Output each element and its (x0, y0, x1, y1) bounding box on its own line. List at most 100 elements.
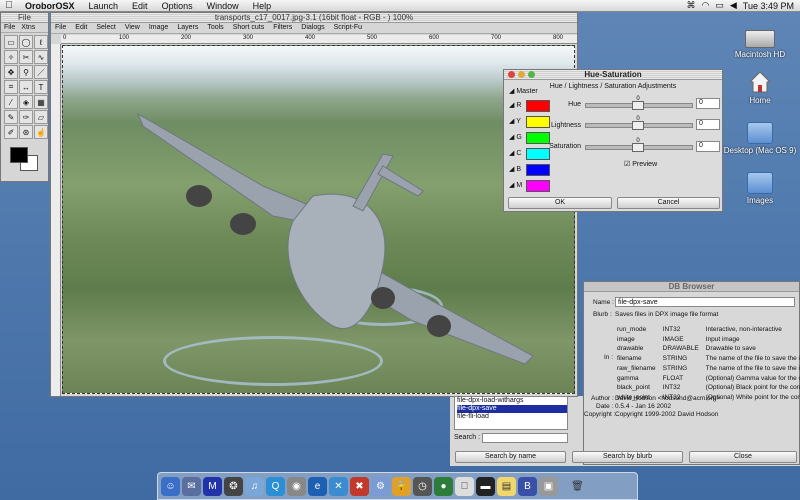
procedure-list[interactable]: file-dpx-load-withargs file-dpx-save fil… (454, 396, 568, 430)
channel-radio-c[interactable]: ◢ C (509, 149, 521, 157)
menu-window[interactable]: Window (200, 1, 246, 11)
search-by-blurb-button[interactable]: Search by blurb (572, 451, 683, 463)
clone-icon[interactable]: ⊛ (19, 125, 33, 139)
globe-icon[interactable]: ● (434, 476, 453, 496)
search-by-name-button[interactable]: Search by name (455, 451, 566, 463)
slider-thumb[interactable] (632, 121, 644, 130)
image-menu-file[interactable]: File (55, 24, 66, 32)
ok-button[interactable]: OK (508, 197, 612, 209)
gimp-icon[interactable]: ❂ (224, 476, 243, 496)
foreground-color[interactable] (10, 147, 28, 163)
wifi-icon[interactable]: ◠ (702, 0, 710, 11)
lightness-slider[interactable] (585, 121, 693, 130)
paintbrush-icon[interactable]: ✑ (19, 110, 33, 124)
bbedit-icon[interactable]: B (518, 476, 537, 496)
hue-input[interactable]: 0 (696, 98, 720, 109)
clock-icon[interactable]: ◷ (413, 476, 432, 496)
clock[interactable]: Tue 3:49 PM (743, 1, 794, 11)
db-browser-titlebar[interactable]: DB Browser (584, 282, 799, 292)
dvd-icon[interactable]: ◉ (287, 476, 306, 496)
move-icon[interactable]: ✥ (4, 65, 18, 79)
image-menu-view[interactable]: View (125, 24, 140, 32)
image-window-titlebar[interactable]: transports_c17_0017.jpg-3.1 (16bit float… (51, 13, 577, 23)
slider-thumb[interactable] (632, 101, 644, 110)
slider-thumb[interactable] (632, 143, 644, 152)
mail-icon[interactable]: ✉ (182, 476, 201, 496)
menu-app-name[interactable]: OroborOSX (18, 1, 82, 11)
name-field[interactable]: file-dpx-save (615, 297, 795, 307)
channel-radio-m[interactable]: ◢ M (509, 181, 522, 189)
channel-radio-y[interactable]: ◢ Y (509, 117, 521, 125)
desktop-icon-home[interactable]: Home (720, 70, 800, 105)
menu-options[interactable]: Options (155, 1, 200, 11)
color-picker-icon[interactable]: ⁄ (4, 95, 18, 109)
toolbox-menu-xtns[interactable]: Xtns (21, 24, 35, 31)
stop-icon[interactable]: ✖ (350, 476, 369, 496)
lock-icon[interactable]: 🔒 (392, 476, 411, 496)
hue-slider[interactable] (585, 101, 693, 110)
apple-menu-icon[interactable]:  (0, 0, 18, 11)
magic-wand-icon[interactable]: ✧ (4, 50, 18, 64)
menu-help[interactable]: Help (246, 1, 279, 11)
finder-icon[interactable]: ☺ (161, 476, 180, 496)
scissors-icon[interactable]: ✂ (19, 50, 33, 64)
close-icon[interactable] (508, 71, 515, 78)
cancel-button[interactable]: Cancel (617, 197, 720, 209)
quicktime-icon[interactable]: Q (266, 476, 285, 496)
channel-radio-g[interactable]: ◢ G (509, 133, 522, 141)
image-menu-select[interactable]: Select (96, 24, 115, 32)
itunes-icon[interactable]: ♫ (245, 476, 264, 496)
image-canvas[interactable] (62, 45, 575, 394)
bucket-fill-icon[interactable]: ◈ (19, 95, 33, 109)
image-menu-dialogs[interactable]: Dialogs (301, 24, 324, 32)
toolbox-menu-file[interactable]: File (4, 24, 15, 31)
desktop-icon-images[interactable]: Images (720, 172, 800, 205)
x11-icon[interactable]: ✕ (329, 476, 348, 496)
smudge-icon[interactable]: ☝ (34, 125, 48, 139)
image-menu-edit[interactable]: Edit (75, 24, 87, 32)
list-item[interactable]: file-fli-load (457, 413, 567, 421)
network-icon[interactable]: ⚙ (371, 476, 390, 496)
image-menu-shortcuts[interactable]: Short cuts (233, 24, 265, 32)
saturation-slider[interactable] (585, 143, 693, 152)
search-input[interactable] (482, 433, 568, 443)
image-menu-script-fu[interactable]: Script-Fu (334, 24, 362, 32)
bezier-icon[interactable]: ∿ (34, 50, 48, 64)
lasso-icon[interactable]: ℓ (34, 35, 48, 49)
menu-edit[interactable]: Edit (125, 1, 155, 11)
image-menu-image[interactable]: Image (149, 24, 168, 32)
zoom-icon[interactable]: ⚲ (19, 65, 33, 79)
toolbox-titlebar[interactable]: File (1, 13, 48, 23)
eraser-icon[interactable]: ▱ (34, 110, 48, 124)
saturation-input[interactable]: 0 (696, 141, 720, 152)
pencil-icon[interactable]: ✎ (4, 110, 18, 124)
console-icon[interactable]: ▬ (476, 476, 495, 496)
apple-icon[interactable]:  (455, 476, 474, 496)
volume-icon[interactable]: ◀ (730, 0, 737, 11)
close-button[interactable]: Close (689, 451, 797, 463)
image-menu-layers[interactable]: Layers (177, 24, 198, 32)
hue-saturation-titlebar[interactable]: Hue-Saturation (504, 70, 722, 80)
airbrush-icon[interactable]: ✐ (4, 125, 18, 139)
minimize-icon[interactable] (518, 71, 525, 78)
channel-radio-r[interactable]: ◢ R (509, 101, 521, 109)
rect-select-icon[interactable]: ▭ (4, 35, 18, 49)
ie-icon[interactable]: e (308, 476, 327, 496)
desktop-icon-desktop-os9[interactable]: Desktop (Mac OS 9) (720, 122, 800, 155)
zoom-icon[interactable] (528, 71, 535, 78)
desktop-icon-macintosh-hd[interactable]: Macintosh HD (720, 30, 800, 59)
blend-icon[interactable]: ▦ (34, 95, 48, 109)
preview-icon[interactable]: ▣ (539, 476, 558, 496)
image-menu-tools[interactable]: Tools (207, 24, 223, 32)
channel-radio-b[interactable]: ◢ B (509, 165, 521, 173)
display-icon[interactable]: ▭ (715, 0, 724, 11)
text-icon[interactable]: T (34, 80, 48, 94)
master-radio[interactable]: ◢ Master (509, 87, 538, 95)
measure-icon[interactable]: ／ (34, 65, 48, 79)
list-item[interactable]: file-dpx-load-withargs (457, 397, 567, 405)
ellipse-select-icon[interactable]: ◯ (19, 35, 33, 49)
menu-launch[interactable]: Launch (82, 1, 126, 11)
preview-checkbox[interactable]: ☑ Preview (624, 160, 657, 168)
stickies-icon[interactable]: ▤ (497, 476, 516, 496)
flip-icon[interactable]: ↔ (19, 80, 33, 94)
